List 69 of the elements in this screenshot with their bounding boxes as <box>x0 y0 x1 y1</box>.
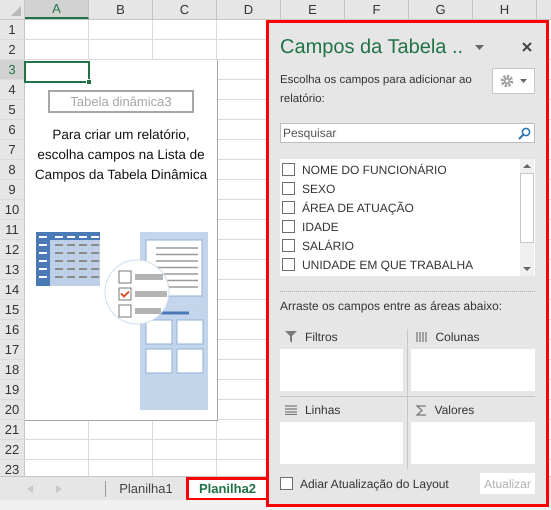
field-item[interactable]: UNIDADE EM QUE TRABALHA <box>302 256 474 274</box>
column-header[interactable]: B <box>89 0 153 19</box>
checkbox[interactable] <box>282 201 295 214</box>
scrollbar-thumb[interactable] <box>520 173 534 243</box>
defer-update-label: Adiar Atualização do Layout <box>300 476 449 492</box>
row-header[interactable]: 19 <box>0 380 25 399</box>
checkbox[interactable] <box>282 220 295 233</box>
field-item[interactable]: NOME DO FUNCIONÁRIO <box>302 160 447 178</box>
row-header[interactable]: 14 <box>0 280 25 299</box>
columns-icon <box>416 332 428 342</box>
row-header[interactable]: 9 <box>0 180 25 199</box>
row-header[interactable]: 2 <box>0 40 25 59</box>
area-label: Linhas <box>305 402 340 419</box>
row-header[interactable]: 6 <box>0 120 25 139</box>
checkbox[interactable] <box>282 258 295 271</box>
search-field[interactable]: Pesquisar <box>280 123 535 143</box>
row-header[interactable]: 8 <box>0 160 25 179</box>
area-label: Valores <box>434 402 474 419</box>
row-header[interactable]: 7 <box>0 140 25 159</box>
field-item[interactable]: SALÁRIO <box>302 236 354 254</box>
row-header[interactable]: 15 <box>0 300 25 319</box>
pane-subtitle: Escolha os campos para adicionar ao relatório: <box>280 73 473 107</box>
row-header[interactable]: 13 <box>0 260 25 279</box>
instruction-text: Para criar um relatório, escolha campos na Lista de Campos da Tabela Dinâmica <box>34 126 208 184</box>
row-header[interactable]: 16 <box>0 320 25 339</box>
area-label: Filtros <box>305 329 338 346</box>
column-header[interactable]: G <box>409 0 473 19</box>
settings-button[interactable] <box>492 68 535 94</box>
sheet-tab[interactable]: Planilha1 <box>110 476 182 500</box>
column-header[interactable]: C <box>153 0 217 19</box>
pivot-table-name: Tabela dinâmica3 <box>48 90 194 113</box>
rows-icon <box>285 405 297 415</box>
row-header[interactable]: 21 <box>0 420 25 439</box>
close-icon[interactable] <box>522 42 532 52</box>
row-header[interactable]: 11 <box>0 220 25 239</box>
area-label: Colunas <box>436 329 480 346</box>
row-header[interactable]: 1 <box>0 20 25 39</box>
settings-icon <box>500 74 514 88</box>
caret-icon <box>520 79 527 83</box>
row-header[interactable]: 4 <box>0 80 25 99</box>
checkbox[interactable] <box>282 163 295 176</box>
row-header[interactable]: 22 <box>0 440 25 459</box>
row-header[interactable]: 17 <box>0 340 25 359</box>
row-header[interactable]: 23 <box>0 460 25 476</box>
checkbox[interactable] <box>282 182 295 195</box>
sigma-icon <box>416 404 426 416</box>
field-item[interactable]: SEXO <box>302 180 336 198</box>
dropdown-icon[interactable] <box>475 44 484 50</box>
pane-title: Campos da Tabela .. <box>280 35 464 60</box>
column-header[interactable]: E <box>281 0 345 19</box>
sheet-tab[interactable]: Planilha2 <box>186 476 269 500</box>
column-header[interactable]: A <box>25 0 89 19</box>
row-header[interactable]: 12 <box>0 240 25 259</box>
checkbox[interactable] <box>280 477 293 490</box>
column-header[interactable]: F <box>345 0 409 19</box>
column-header[interactable]: D <box>217 0 281 19</box>
row-header[interactable]: 5 <box>0 100 25 119</box>
row-header[interactable]: 18 <box>0 360 25 379</box>
field-item[interactable]: IDADE <box>302 218 339 236</box>
scrollbar[interactable] <box>520 159 534 276</box>
row-header[interactable]: 3 <box>0 60 25 79</box>
column-header[interactable]: H <box>473 0 537 19</box>
drag-hint: Arraste os campos entre as áreas abaixo: <box>280 298 504 315</box>
filter-icon <box>285 331 297 343</box>
field-item[interactable]: ÁREA DE ATUAÇÃO <box>302 198 414 216</box>
search-icon <box>518 127 531 140</box>
checkbox[interactable] <box>282 239 295 252</box>
row-header[interactable]: 10 <box>0 200 25 219</box>
row-header[interactable]: 20 <box>0 400 25 419</box>
